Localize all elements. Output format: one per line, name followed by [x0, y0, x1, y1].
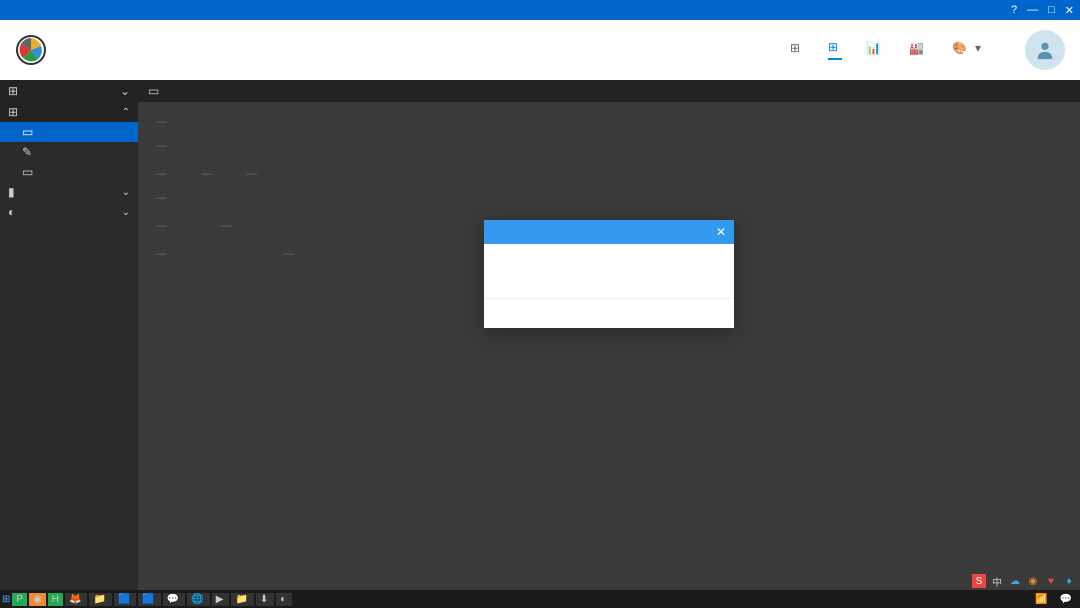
tray-notifications-icon[interactable]: 💬 [1060, 594, 1072, 605]
grid-icon: ⊞ [790, 41, 800, 55]
logo [15, 34, 53, 66]
chart-icon: 📊 [866, 41, 881, 55]
tray-notification-icons: S 中 ☁ ◉ ♥ ♦ [972, 574, 1076, 588]
nav-theme[interactable]: 🎨▾ [952, 41, 981, 59]
chart-icon: ▮ [8, 185, 15, 199]
task-item[interactable]: 📁 [89, 593, 111, 606]
task-item[interactable]: ◐ [276, 593, 292, 606]
app-header: ⊞ ⊞ 📊 🏭 🎨▾ [0, 20, 1080, 80]
ime-icon[interactable]: 中 [990, 574, 1004, 588]
dialog-message [484, 244, 734, 298]
help-icon[interactable]: ? [1011, 4, 1017, 17]
task-item[interactable]: 💬 [163, 593, 185, 606]
sidebar-item-editor[interactable]: ✎ [0, 142, 138, 162]
circle-icon[interactable]: ◉ [1026, 574, 1040, 588]
nav-forms[interactable]: ⊞ [828, 40, 842, 60]
user-icon [1034, 39, 1056, 61]
system-tray: 📶 💬 [1029, 594, 1078, 605]
start-button[interactable]: ⊞ [2, 594, 10, 605]
content-area: ▭ [138, 80, 1080, 590]
dialog-icon: ▭ [22, 125, 33, 139]
taskbar: ⊞ P ◉ H 🦊 📁 🟦 🟦 💬 🌐 ▶ 📁 ⬇ ◐ 📶 💬 [0, 590, 1080, 608]
sidebar-item-dialogs[interactable]: ▭ [0, 122, 138, 142]
sidebar: ⊞ ⌄ ⊞ ⌃ ▭ ✎ ▭ ▮ ⌄ ◐ ⌄ [0, 80, 138, 590]
chevron-up-icon: ⌃ [122, 107, 130, 118]
top-nav: ⊞ ⊞ 📊 🏭 🎨▾ [790, 30, 1065, 70]
logo-icon [15, 34, 47, 66]
chevron-down-icon: ⌄ [120, 84, 130, 98]
avatar[interactable] [1025, 30, 1065, 70]
close-icon[interactable]: ✕ [1065, 4, 1074, 17]
gauge-icon: ◐ [8, 205, 15, 219]
frame-icon: ▭ [22, 165, 33, 179]
factory-icon: 🏭 [909, 41, 924, 55]
task-item[interactable]: 🌐 [187, 593, 209, 606]
chevron-down-icon: ⌄ [122, 187, 130, 198]
maximize-icon[interactable]: □ [1048, 4, 1055, 17]
shield-icon[interactable]: ♦ [1062, 574, 1076, 588]
ok-button[interactable] [484, 298, 734, 328]
close-icon[interactable]: ✕ [716, 225, 726, 239]
window-icon: ⊞ [8, 105, 18, 119]
sidebar-header-controls[interactable]: ⊞ ⌄ [0, 80, 138, 102]
modal-overlay: ✕ [138, 80, 1080, 590]
task-item[interactable]: 🦊 [65, 593, 87, 606]
window-icon: ⊞ [828, 40, 838, 54]
chevron-down-icon: ▾ [975, 41, 981, 55]
sidebar-item-forms[interactable]: ⊞ ⌃ [0, 102, 138, 122]
task-item[interactable]: ⬇ [256, 593, 274, 606]
theme-icon: 🎨 [952, 41, 967, 55]
chevron-down-icon: ⌄ [122, 207, 130, 218]
task-item[interactable]: P [12, 593, 27, 606]
sogou-icon[interactable]: S [972, 574, 986, 588]
minimize-icon[interactable]: — [1027, 4, 1038, 17]
nav-charts[interactable]: 📊 [866, 41, 885, 59]
task-item[interactable]: H [48, 593, 63, 606]
window-titlebar: ? — □ ✕ [0, 0, 1080, 20]
heart-icon[interactable]: ♥ [1044, 574, 1058, 588]
nav-industrial[interactable]: 🏭 [909, 41, 928, 59]
cloud-icon[interactable]: ☁ [1008, 574, 1022, 588]
task-item[interactable]: 📁 [231, 593, 253, 606]
sidebar-item-industrial[interactable]: ◐ ⌄ [0, 202, 138, 222]
prompt-dialog: ✕ [484, 220, 734, 328]
edit-icon: ✎ [22, 145, 32, 159]
dialog-titlebar: ✕ [484, 220, 734, 244]
sidebar-item-frames[interactable]: ▭ [0, 162, 138, 182]
task-item[interactable]: ▶ [212, 593, 230, 606]
task-item[interactable]: 🟦 [138, 593, 160, 606]
grid-icon: ⊞ [8, 84, 18, 98]
nav-controls[interactable]: ⊞ [790, 41, 804, 59]
task-item[interactable]: 🟦 [114, 593, 136, 606]
tray-wifi-icon[interactable]: 📶 [1035, 594, 1047, 605]
sidebar-item-charts[interactable]: ▮ ⌄ [0, 182, 138, 202]
task-item[interactable]: ◉ [29, 593, 46, 606]
